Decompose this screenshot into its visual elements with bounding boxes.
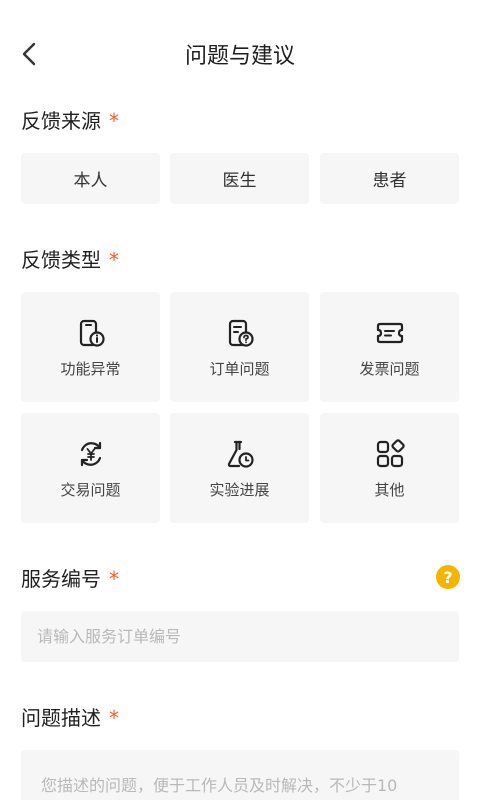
yen-exchange-icon — [80, 441, 102, 467]
type-option-label: 功能异常 — [60, 360, 121, 378]
description-label: 问题描述 * — [21, 706, 119, 730]
page-title: 问题与建议 — [184, 44, 295, 69]
type-option-label: 其他 — [374, 481, 405, 499]
source-option-self[interactable]: 本人 — [21, 153, 160, 204]
required-mark: * — [109, 706, 119, 730]
required-mark: * — [109, 109, 119, 133]
type-option-label: 交易问题 — [60, 481, 121, 499]
required-mark: * — [109, 248, 119, 272]
type-option-order-issue[interactable]: 订单问题 — [170, 292, 309, 402]
source-option-doctor[interactable]: 医生 — [170, 153, 309, 204]
type-label: 反馈类型 * — [21, 248, 119, 272]
type-option-function-error[interactable]: 功能异常 — [21, 292, 160, 402]
description-textarea[interactable]: 您描述的问题，便于工作人员及时解决，不少于10 — [21, 750, 459, 800]
type-option-transaction-issue[interactable]: 交易问题 — [21, 413, 160, 523]
ticket-icon — [376, 322, 404, 344]
required-mark: * — [109, 567, 119, 591]
order-question-icon — [228, 319, 254, 347]
description-placeholder: 您描述的问题，便于工作人员及时解决，不少于10 — [41, 776, 398, 795]
type-option-label: 发票问题 — [359, 360, 420, 378]
type-option-experiment-progress[interactable]: 实验进展 — [170, 413, 309, 523]
question-circle-icon[interactable]: ? — [436, 565, 460, 589]
type-option-other[interactable]: 其他 — [320, 413, 459, 523]
service-no-label: 服务编号 * — [21, 567, 119, 591]
apps-icon — [376, 439, 405, 468]
service-no-input[interactable] — [21, 611, 459, 662]
source-label: 反馈来源 * — [21, 109, 119, 133]
nav-bar: 问题与建议 — [0, 24, 480, 84]
phone-info-icon — [79, 319, 105, 347]
type-option-invoice-issue[interactable]: 发票问题 — [320, 292, 459, 402]
type-option-label: 订单问题 — [209, 360, 270, 378]
flask-clock-icon — [227, 440, 254, 468]
type-option-label: 实验进展 — [209, 481, 270, 499]
source-option-patient[interactable]: 患者 — [320, 153, 459, 204]
